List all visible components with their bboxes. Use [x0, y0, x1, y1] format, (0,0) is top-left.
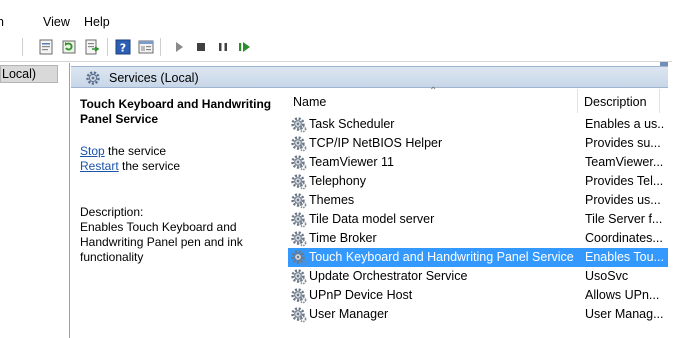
- service-name: TCP/IP NetBIOS Helper: [309, 136, 443, 150]
- service-gear-icon: [290, 230, 307, 247]
- service-description: Provides su...: [585, 136, 661, 150]
- restart-icon[interactable]: [236, 38, 254, 56]
- service-gear-icon: [290, 306, 307, 323]
- service-actions: Stop the service Restart the service: [80, 144, 180, 174]
- service-description-text: Enables Touch Keyboard and Handwriting P…: [80, 220, 243, 264]
- service-name: User Manager: [309, 307, 389, 321]
- menu-bar: n View Help: [0, 10, 700, 32]
- service-name: Telephony: [309, 174, 366, 188]
- description-label: Description:: [80, 205, 144, 219]
- restart-service-link[interactable]: Restart: [80, 159, 119, 173]
- start-icon[interactable]: [170, 38, 188, 56]
- service-name: Themes: [309, 193, 355, 207]
- service-row[interactable]: Touch Keyboard and Handwriting Panel Ser…: [288, 248, 668, 267]
- service-gear-icon: [290, 173, 307, 190]
- service-description: Allows UPn...: [585, 288, 660, 302]
- service-description: Enables a us...: [585, 117, 665, 131]
- pause-icon[interactable]: [214, 38, 232, 56]
- service-row[interactable]: User Manager User Manag...: [288, 305, 668, 324]
- service-row[interactable]: TCP/IP NetBIOS Helper Provides su...: [288, 134, 668, 153]
- toolbar-separator: [22, 38, 23, 56]
- refresh-icon[interactable]: [60, 38, 78, 56]
- service-name: UPnP Device Host: [309, 288, 413, 302]
- service-row[interactable]: Update Orchestrator Service UsoSvc: [288, 267, 668, 286]
- properties-icon[interactable]: [37, 38, 55, 56]
- export-list-icon[interactable]: [83, 38, 101, 56]
- service-description: Enables Tou...: [585, 250, 664, 264]
- service-name: Touch Keyboard and Handwriting Panel Ser…: [309, 250, 574, 264]
- stop-service-suffix: the service: [104, 144, 167, 158]
- console-tree: Local): [0, 63, 70, 338]
- service-description: TeamViewer...: [585, 155, 664, 169]
- service-row[interactable]: Task Scheduler Enables a us...: [288, 115, 668, 134]
- menu-help[interactable]: Help: [84, 15, 110, 29]
- restart-service-suffix: the service: [118, 159, 181, 173]
- service-gear-icon: [290, 192, 307, 209]
- service-gear-icon: [290, 135, 307, 152]
- toolbar: ?: [0, 34, 672, 62]
- show-hide-pane-icon[interactable]: [137, 38, 155, 56]
- service-description: User Manag...: [585, 307, 664, 321]
- service-description: Provides us...: [585, 193, 661, 207]
- toolbar-separator: [107, 38, 108, 56]
- service-gear-icon: [290, 211, 307, 228]
- service-gear-icon: [290, 154, 307, 171]
- service-description: Tile Server f...: [585, 212, 663, 226]
- service-row[interactable]: Themes Provides us...: [288, 191, 668, 210]
- service-row[interactable]: UPnP Device Host Allows UPn...: [288, 286, 668, 305]
- service-gear-icon: [290, 116, 307, 133]
- toolbar-separator: [160, 38, 161, 56]
- column-header-name[interactable]: Name: [281, 89, 578, 113]
- services-header-title: Services (Local): [109, 71, 199, 85]
- service-row[interactable]: TeamViewer 11 TeamViewer...: [288, 153, 668, 172]
- service-name: Tile Data model server: [309, 212, 435, 226]
- services-list: ⌃ Name Description Task Scheduler Enables…: [281, 86, 668, 338]
- service-name: Task Scheduler: [309, 117, 395, 131]
- menu-action-truncated[interactable]: n: [0, 15, 4, 29]
- service-description: Provides Tel...: [585, 174, 664, 188]
- menu-view[interactable]: View: [43, 15, 70, 29]
- extended-description-pane: Touch Keyboard and Handwriting Panel Ser…: [71, 89, 281, 338]
- stop-service-link[interactable]: Stop: [80, 144, 105, 158]
- tree-item-services-local[interactable]: Local): [0, 65, 58, 83]
- services-gear-icon: [85, 70, 101, 89]
- service-row[interactable]: Time Broker Coordinates...: [288, 229, 668, 248]
- service-gear-icon: [290, 249, 307, 266]
- service-description: Coordinates...: [585, 231, 663, 245]
- service-row[interactable]: Telephony Provides Tel...: [288, 172, 668, 191]
- service-name: Time Broker: [309, 231, 377, 245]
- stop-icon[interactable]: [192, 38, 210, 56]
- services-header: Services (Local): [71, 66, 668, 88]
- column-header-description[interactable]: Description: [578, 89, 660, 113]
- service-name: TeamViewer 11: [309, 155, 394, 169]
- svg-text:?: ?: [120, 42, 126, 55]
- service-description: UsoSvc: [585, 269, 629, 283]
- selected-service-title: Touch Keyboard and Handwriting Panel Ser…: [80, 97, 272, 126]
- help-icon[interactable]: ?: [114, 38, 132, 56]
- service-gear-icon: [290, 268, 307, 285]
- service-row[interactable]: Tile Data model server Tile Server f...: [288, 210, 668, 229]
- service-gear-icon: [290, 287, 307, 304]
- service-name: Update Orchestrator Service: [309, 269, 468, 283]
